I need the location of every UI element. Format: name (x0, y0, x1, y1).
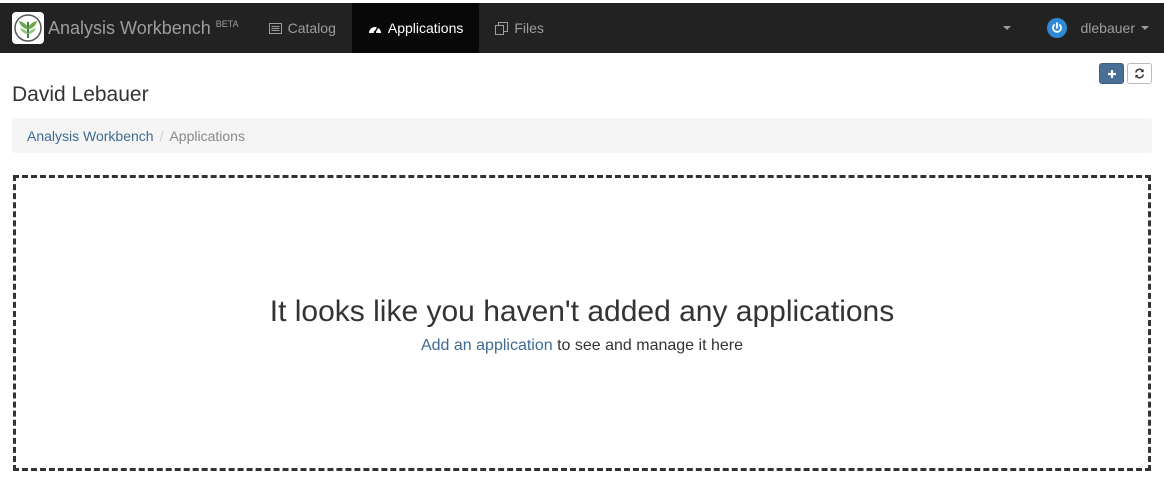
nav-files-label: Files (514, 20, 544, 36)
breadcrumb-home-link[interactable]: Analysis Workbench (27, 128, 154, 144)
navbar-right: dlebauer (983, 3, 1164, 53)
caret-down-icon (1141, 26, 1149, 30)
caret-down-icon (1002, 26, 1011, 30)
nav-applications-label: Applications (387, 20, 464, 36)
dashboard-icon (368, 23, 382, 34)
username: dlebauer (1080, 20, 1136, 36)
main-nav: Catalog Applications Files (253, 3, 560, 53)
empty-state-suffix: to see and manage it here (552, 337, 743, 354)
nav-catalog[interactable]: Catalog (253, 3, 352, 53)
extra-menu-dropdown[interactable] (983, 3, 1031, 53)
empty-state-title: It looks like you haven't added any appl… (269, 295, 895, 328)
files-icon (495, 21, 509, 35)
power-icon (1046, 18, 1067, 38)
breadcrumb-separator: / (159, 127, 164, 144)
page-actions (1099, 63, 1152, 84)
beta-badge: BETA (215, 19, 239, 29)
add-application-button[interactable] (1099, 63, 1124, 84)
plus-icon (1107, 69, 1116, 78)
add-application-link[interactable]: Add an application (421, 337, 553, 354)
brand-name: Analysis Workbench (48, 17, 211, 38)
top-navbar: Analysis Workbench BETA Catalog Applicat… (0, 3, 1164, 53)
refresh-icon (1135, 68, 1144, 79)
empty-state-subtitle: Add an application to see and manage it … (421, 337, 743, 355)
leaf-logo-icon (12, 12, 44, 44)
breadcrumb-current: Applications (169, 127, 245, 144)
refresh-button[interactable] (1127, 63, 1152, 84)
applications-empty-state: It looks like you haven't added any appl… (13, 175, 1151, 471)
nav-catalog-label: Catalog (287, 20, 336, 36)
list-icon (268, 22, 282, 34)
nav-files[interactable]: Files (479, 3, 560, 53)
page-title: David Lebauer (12, 83, 149, 106)
nav-applications[interactable]: Applications (351, 3, 480, 53)
breadcrumb: Analysis Workbench / Applications (12, 118, 1152, 153)
user-menu-dropdown[interactable]: dlebauer (1031, 3, 1164, 53)
brand[interactable]: Analysis Workbench BETA (0, 3, 253, 53)
